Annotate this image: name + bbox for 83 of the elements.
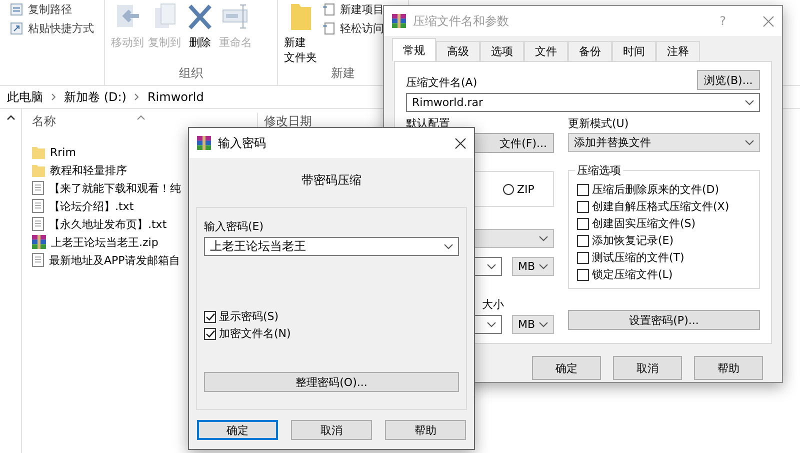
breadcrumb[interactable]: 新加卷 (D:) xyxy=(64,88,126,106)
tab[interactable]: 文件 xyxy=(524,41,568,61)
organize-passwords-button[interactable]: 整理密码(O)... xyxy=(204,372,459,392)
group-title: 压缩选项 xyxy=(575,163,623,178)
page-icon xyxy=(323,3,335,16)
checkbox[interactable] xyxy=(577,252,589,264)
file-name[interactable]: 【永久地址发布页】.txt xyxy=(49,216,167,232)
file-name[interactable]: 最新地址及APP请发邮箱自 xyxy=(49,252,180,268)
column-header[interactable]: 名称 xyxy=(22,113,137,130)
update-mode-combo[interactable]: 添加并替换文件 xyxy=(568,133,760,152)
file-name[interactable]: Rrim xyxy=(50,146,76,158)
checkbox[interactable] xyxy=(577,184,589,196)
archive-name-combo[interactable]: Rimworld.rar xyxy=(406,93,760,112)
archive-file-icon xyxy=(32,235,46,249)
tab[interactable]: 时间 xyxy=(612,41,656,61)
checkbox-label[interactable]: 添加恢复记录(E) xyxy=(592,233,674,248)
dialog-button[interactable]: 帮助 xyxy=(694,356,763,380)
window-title: 输入密码 xyxy=(218,134,267,152)
dialog-button[interactable]: 确定 xyxy=(197,420,278,440)
checkbox-label[interactable]: 锁定压缩文件(L) xyxy=(592,267,673,282)
field-label: 输入密码(E) xyxy=(204,220,265,234)
breadcrumb[interactable]: Rimworld xyxy=(147,90,204,104)
unit-combo[interactable]: MB xyxy=(512,257,554,276)
ribbon-item[interactable]: 轻松访问 xyxy=(340,21,384,36)
checkbox[interactable] xyxy=(577,200,589,212)
checkbox[interactable] xyxy=(577,234,589,246)
tab[interactable]: 注释 xyxy=(656,41,700,61)
new-folder-button[interactable]: 新建 文件夹 xyxy=(284,0,317,65)
breadcrumb[interactable]: 此电脑 xyxy=(7,88,43,106)
app-icon xyxy=(392,14,406,28)
radio-button[interactable] xyxy=(503,184,514,194)
text-file-icon xyxy=(32,199,44,213)
field-label: 大小 xyxy=(481,298,505,312)
tab[interactable]: 高级 xyxy=(436,41,480,61)
checkbox-label[interactable]: 创建自解压格式压缩文件(X) xyxy=(592,199,730,214)
text-file-icon xyxy=(32,253,44,267)
page-icon xyxy=(323,22,335,35)
checkbox[interactable] xyxy=(577,218,589,230)
ribbon-item[interactable]: 粘贴快捷方式 xyxy=(28,21,94,36)
ribbon-item[interactable]: 新建项目 xyxy=(340,2,384,17)
set-password-button[interactable]: 设置密码(P)... xyxy=(568,310,760,330)
unit-combo[interactable]: MB xyxy=(512,315,554,334)
file-name[interactable]: 【来了就能下载和观看！纯 xyxy=(49,180,181,196)
dialog-button[interactable]: 取消 xyxy=(613,356,682,380)
text-file-icon xyxy=(32,217,44,231)
window-title: 压缩文件名和参数 xyxy=(413,12,510,30)
checkbox[interactable] xyxy=(204,328,216,340)
folder-icon xyxy=(32,146,45,158)
app-icon xyxy=(197,136,211,150)
close-icon[interactable] xyxy=(455,138,466,148)
chevron-icon xyxy=(134,93,140,101)
group-label: 组织 xyxy=(178,65,204,82)
checkbox[interactable] xyxy=(204,310,216,322)
group-label: 新建 xyxy=(330,65,356,82)
password-combo[interactable]: 上老王论坛当老王 xyxy=(204,237,459,256)
chevron-icon xyxy=(51,93,56,101)
dialog-button[interactable]: 帮助 xyxy=(385,420,466,440)
tab[interactable]: 常规 xyxy=(392,38,436,61)
checkbox-label[interactable]: 测试压缩的文件(T) xyxy=(592,250,684,265)
checkbox-label[interactable]: 压缩后删除原来的文件(D) xyxy=(592,182,720,197)
folder-icon xyxy=(32,164,45,176)
folder-icon xyxy=(288,2,312,32)
file-name[interactable]: 【论坛介绍】.txt xyxy=(49,198,134,214)
field-label: 更新模式(U) xyxy=(568,117,630,131)
field-label: 压缩文件名(A) xyxy=(406,76,478,90)
checkbox-label[interactable]: 创建固实压缩文件(S) xyxy=(592,216,696,231)
ribbon-button[interactable]: 删除 xyxy=(185,0,215,65)
checkbox-label[interactable]: 显示密码(S) xyxy=(219,309,279,324)
ribbon-item[interactable]: 复制路径 xyxy=(28,2,72,17)
dialog-heading: 带密码压缩 xyxy=(300,172,362,189)
checkbox[interactable] xyxy=(577,268,589,280)
checkbox-label[interactable]: 加密文件名(N) xyxy=(219,326,291,341)
radio-label[interactable]: ZIP xyxy=(517,182,534,196)
scroll-up-icon[interactable] xyxy=(6,115,14,120)
dialog-button[interactable]: 确定 xyxy=(532,356,601,380)
file-name[interactable]: 教程和轻量排序 xyxy=(50,162,127,178)
text-file-icon xyxy=(32,181,44,195)
shortcut-icon xyxy=(10,22,23,35)
dialog-button[interactable]: 取消 xyxy=(291,420,372,440)
tab[interactable]: 备份 xyxy=(568,41,612,61)
file-name[interactable]: 上老王论坛当老王.zip xyxy=(51,234,158,250)
browse-button[interactable]: 浏览(B)... xyxy=(697,70,760,90)
tab[interactable]: 选项 xyxy=(480,41,524,61)
